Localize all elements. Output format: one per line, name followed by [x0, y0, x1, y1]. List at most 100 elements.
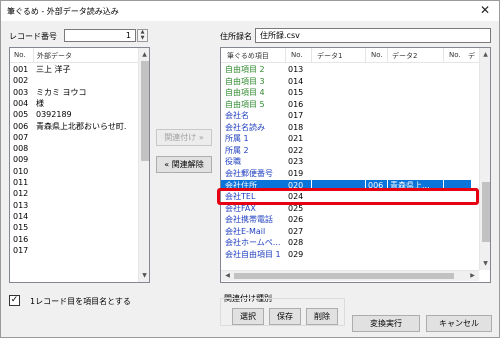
- item-number: 029: [288, 249, 304, 259]
- row-number: 006: [13, 121, 29, 131]
- list-item[interactable]: 016: [10, 234, 137, 245]
- header-no: No.: [14, 51, 26, 59]
- table-row[interactable]: 会社名読み 018: [221, 122, 471, 134]
- row-number: 013: [13, 200, 29, 210]
- row-number: 017: [13, 245, 29, 255]
- item-name: 自由項目 2: [225, 65, 265, 74]
- scroll-left-icon[interactable]: ◀: [222, 271, 233, 281]
- table-row[interactable]: 所属 1 021: [221, 133, 471, 145]
- item-number: 015: [288, 88, 304, 98]
- external-data-list[interactable]: No. 外部データ 001 三上 洋子 002 003 ミカミ ヨウコ 004 様 005 03…: [9, 47, 150, 283]
- row-data: 三上 洋子: [36, 65, 71, 74]
- table-row[interactable]: 自由項目 3 014: [221, 76, 471, 88]
- fudegurume-item-list[interactable]: 筆ぐるめ項目 No. データ1 No. データ2 No. デ 自由項目 2 013…: [220, 47, 491, 283]
- list-item[interactable]: 017: [10, 245, 137, 256]
- list-item[interactable]: 013: [10, 200, 137, 211]
- list-item[interactable]: 004 様: [10, 98, 137, 109]
- cancel-button[interactable]: キャンセル: [426, 315, 492, 332]
- list-item[interactable]: 007: [10, 132, 137, 143]
- delete-button[interactable]: 削除: [306, 308, 338, 325]
- list-item[interactable]: 005 0392189: [10, 109, 137, 120]
- list-item[interactable]: 015: [10, 222, 137, 233]
- spin-down-icon[interactable]: ▼: [138, 35, 147, 42]
- list-item[interactable]: 008: [10, 143, 137, 154]
- item-number: 016: [288, 99, 304, 109]
- list-item[interactable]: 014: [10, 211, 137, 222]
- row-number: 012: [13, 189, 29, 199]
- item-name: 会社ホームペ...: [225, 238, 281, 248]
- table-row[interactable]: 自由項目 4 015: [221, 87, 471, 99]
- item-number: 021: [288, 134, 304, 144]
- list-item[interactable]: 002: [10, 75, 137, 86]
- list-item[interactable]: 012: [10, 188, 137, 199]
- item-number: 022: [288, 145, 304, 155]
- header-data2: データ2: [392, 52, 418, 60]
- close-icon[interactable]: ✕: [477, 3, 493, 18]
- item-name: 会社名: [225, 111, 249, 121]
- filename-field[interactable]: 住所録.csv: [255, 28, 491, 43]
- list-item[interactable]: 009: [10, 154, 137, 165]
- row-number: 008: [13, 144, 29, 154]
- item-number: 018: [288, 122, 304, 132]
- left-scroll-thumb[interactable]: [141, 61, 149, 161]
- list-item[interactable]: 003 ミカミ ヨウコ: [10, 87, 137, 98]
- record-number-input[interactable]: 1: [64, 29, 136, 42]
- scroll-right-icon[interactable]: ▶: [467, 271, 478, 281]
- right-scroll-thumb[interactable]: [482, 182, 490, 242]
- row-number: 016: [13, 234, 29, 244]
- item-number: 027: [288, 226, 304, 236]
- item-name: 自由項目 3: [225, 76, 265, 86]
- header-no2: No.: [371, 51, 383, 59]
- header-no3: No.: [449, 51, 461, 59]
- right-horizontal-scrollbar[interactable]: ◀ ▶: [221, 270, 479, 281]
- right-vertical-scrollbar[interactable]: ▲ ▼: [479, 48, 490, 270]
- row-number: 015: [13, 223, 29, 233]
- scroll-up-icon[interactable]: ▲: [139, 49, 149, 60]
- link-button[interactable]: 関連付け »: [156, 129, 212, 146]
- table-row[interactable]: 所属 2 022: [221, 145, 471, 157]
- list-item[interactable]: 001 三上 洋子: [10, 64, 137, 75]
- item-number: 014: [288, 76, 304, 86]
- import-dialog: 筆ぐるめ - 外部データ読み込み ✕ レコード番号 1 ▲ ▼ No. 外部デー…: [0, 0, 500, 338]
- row-number: 009: [13, 155, 29, 165]
- row-number: 011: [13, 178, 29, 187]
- table-row[interactable]: 自由項目 2 013: [221, 64, 471, 76]
- list-item[interactable]: 006 青森県上北郡おいらせ町...: [10, 121, 137, 132]
- item-number: 019: [288, 168, 304, 178]
- record-number-spinner[interactable]: ▲ ▼: [137, 29, 148, 42]
- scroll-down-icon[interactable]: ▼: [480, 258, 490, 269]
- table-row[interactable]: 会社携帯電話 026: [221, 214, 471, 226]
- table-row[interactable]: 会社郵便番号 019: [221, 168, 471, 180]
- execute-conversion-button[interactable]: 変換実行: [352, 315, 420, 332]
- save-button[interactable]: 保存: [269, 308, 301, 325]
- list-item[interactable]: 011: [10, 177, 137, 188]
- item-name: 所属 2: [225, 145, 249, 155]
- header-external-data: 外部データ: [37, 52, 72, 60]
- header-item: 筆ぐるめ項目: [227, 52, 269, 60]
- scroll-up-icon[interactable]: ▲: [480, 49, 490, 60]
- table-row[interactable]: 会社名 017: [221, 110, 471, 122]
- filename-label: 住所録名: [220, 32, 252, 41]
- item-name: 会社携帯電話: [225, 215, 273, 225]
- item-name: 役職: [225, 157, 241, 167]
- list-item[interactable]: 010: [10, 166, 137, 177]
- right-hscroll-thumb[interactable]: [234, 273, 454, 279]
- left-vertical-scrollbar[interactable]: ▲ ▼: [138, 48, 149, 282]
- item-name: 所属 1: [225, 134, 249, 144]
- table-row[interactable]: 会社ホームペ... 028: [221, 237, 471, 249]
- row-number: 014: [13, 211, 29, 221]
- scroll-down-icon[interactable]: ▼: [139, 270, 149, 281]
- item-number: 023: [288, 157, 304, 167]
- table-row[interactable]: 自由項目 5 016: [221, 99, 471, 111]
- header-data3: デ: [468, 52, 475, 60]
- row-number: 010: [13, 166, 29, 176]
- row-number: 003: [13, 87, 29, 97]
- select-button[interactable]: 選択: [232, 308, 264, 325]
- table-row[interactable]: 役職 023: [221, 156, 471, 168]
- item-number: 013: [288, 65, 304, 74]
- item-name: 会社郵便番号: [225, 168, 273, 178]
- first-record-as-header-checkbox[interactable]: ✓: [9, 295, 20, 306]
- table-row[interactable]: 会社自由項目 1 029: [221, 249, 471, 261]
- unlink-button[interactable]: « 関連解除: [156, 156, 212, 173]
- table-row[interactable]: 会社E-Mail 027: [221, 226, 471, 238]
